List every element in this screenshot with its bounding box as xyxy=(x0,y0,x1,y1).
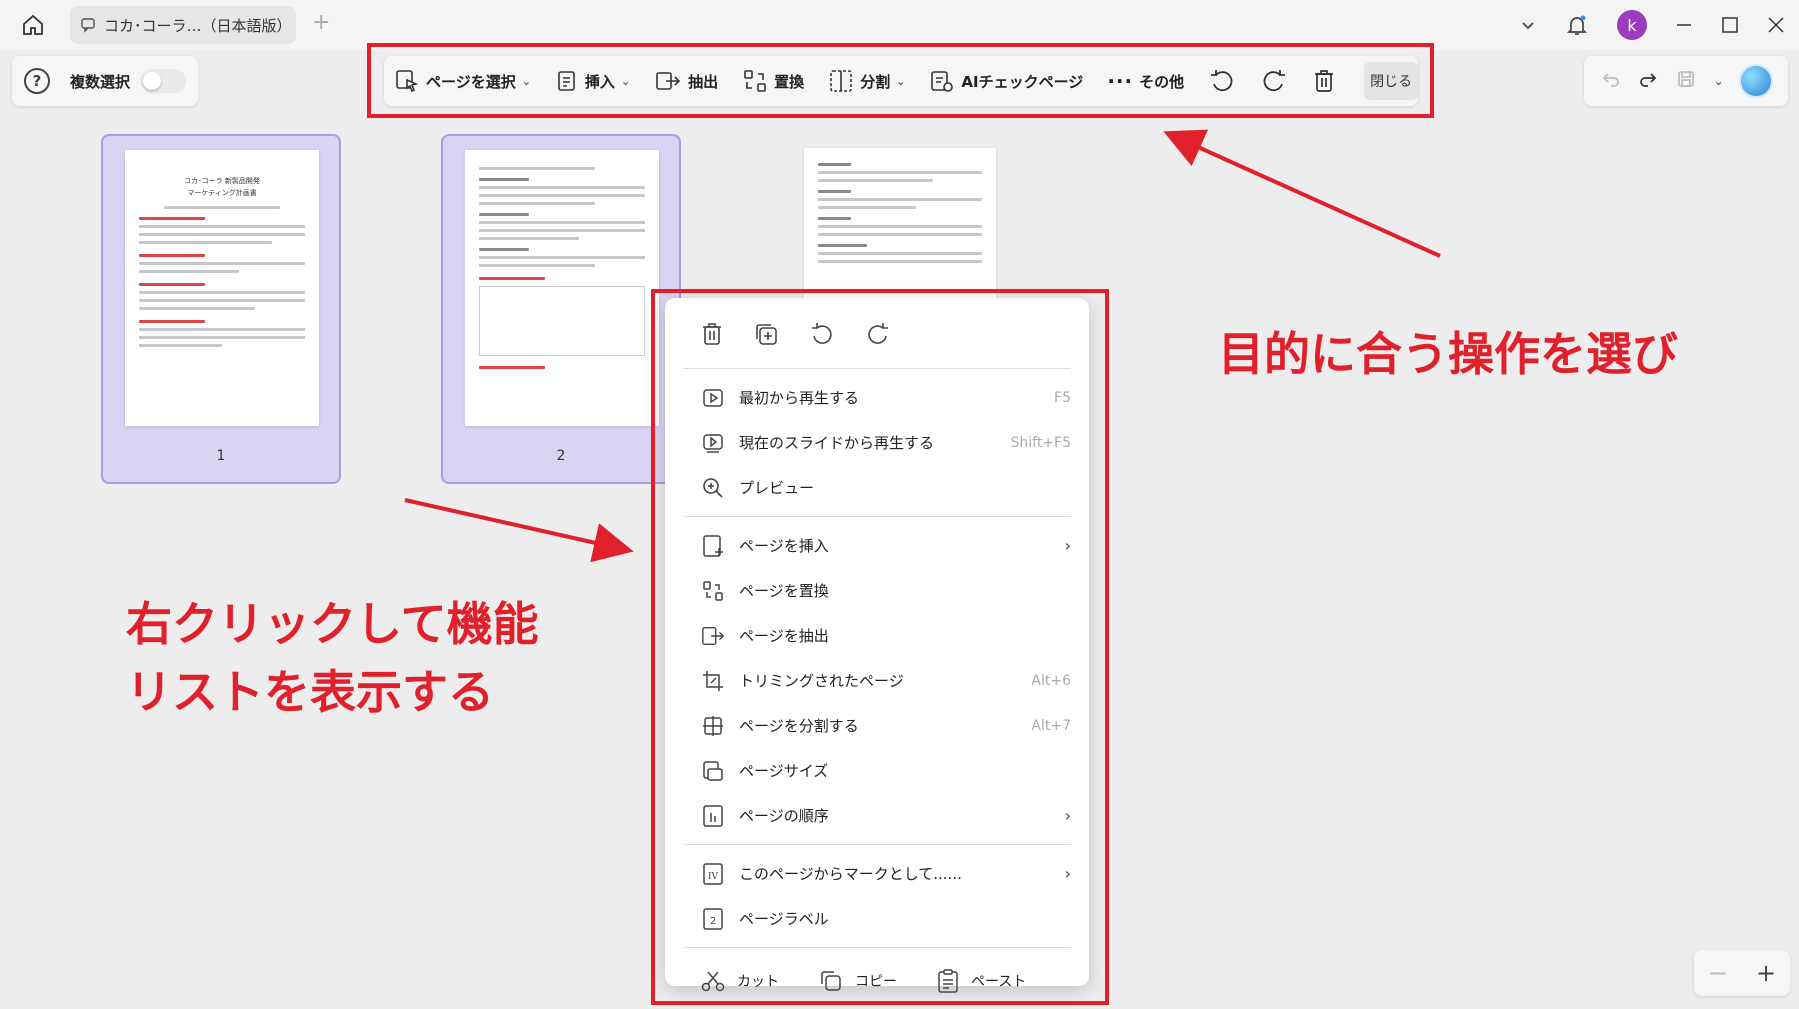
chevron-down-icon[interactable] xyxy=(1519,16,1537,34)
ai-assistant-icon[interactable] xyxy=(1741,66,1772,96)
arrow-to-toolbar xyxy=(1163,129,1441,258)
annotation-right-click: 右クリックして機能 リストを表示する xyxy=(126,590,539,726)
zoom-out-button[interactable]: − xyxy=(1708,959,1728,987)
annotation-line: リストを表示する xyxy=(126,665,494,719)
close-window-icon[interactable] xyxy=(1767,16,1785,34)
page-thumbnail[interactable] xyxy=(804,148,996,298)
maximize-icon[interactable] xyxy=(1721,16,1739,34)
multi-select-toggle[interactable] xyxy=(140,69,187,93)
page-thumbnail[interactable]: 2 xyxy=(441,134,681,484)
page-title-line: マーケティング計画書 xyxy=(187,189,257,197)
home-icon xyxy=(23,14,43,35)
page-thumbnail[interactable]: コカ･コーラ 新製品開発 マーケティング計画書 1 xyxy=(101,134,341,484)
toolbar-highlight-frame xyxy=(367,43,1434,118)
save-icon[interactable] xyxy=(1676,69,1696,93)
notification-bell-icon[interactable] xyxy=(1565,13,1589,37)
page-preview xyxy=(465,150,659,426)
comment-icon xyxy=(80,16,98,34)
arrow-to-menu xyxy=(404,498,634,563)
home-button[interactable] xyxy=(18,10,48,40)
page-number: 2 xyxy=(556,448,566,464)
chevron-down-icon[interactable]: ⌄ xyxy=(1714,74,1724,88)
multi-select-label: 複数選択 xyxy=(70,72,131,91)
page-title-line: コカ･コーラ 新製品開発 xyxy=(184,177,260,185)
tab-title: コカ･コーラ…（日本語版） xyxy=(104,16,292,35)
new-tab-button[interactable]: + xyxy=(312,10,330,35)
page-number: 1 xyxy=(216,448,226,464)
multi-select-panel: ? 複数選択 xyxy=(12,56,198,106)
undo-icon[interactable] xyxy=(1601,69,1621,93)
annotation-line: 右クリックして機能 xyxy=(126,597,539,651)
zoom-controls: − + xyxy=(1694,950,1790,996)
zoom-in-button[interactable]: + xyxy=(1756,959,1776,987)
history-toolbar: ⌄ xyxy=(1584,56,1788,106)
document-tab[interactable]: コカ･コーラ…（日本語版） xyxy=(70,6,296,44)
menu-highlight-frame xyxy=(651,289,1109,1005)
page-preview: コカ･コーラ 新製品開発 マーケティング計画書 xyxy=(125,150,319,426)
avatar[interactable]: k xyxy=(1617,10,1647,40)
minimize-icon[interactable] xyxy=(1675,16,1693,34)
annotation-choose-action: 目的に合う操作を選び xyxy=(1218,327,1678,381)
redo-icon[interactable] xyxy=(1638,69,1658,93)
help-icon[interactable]: ? xyxy=(24,68,50,94)
